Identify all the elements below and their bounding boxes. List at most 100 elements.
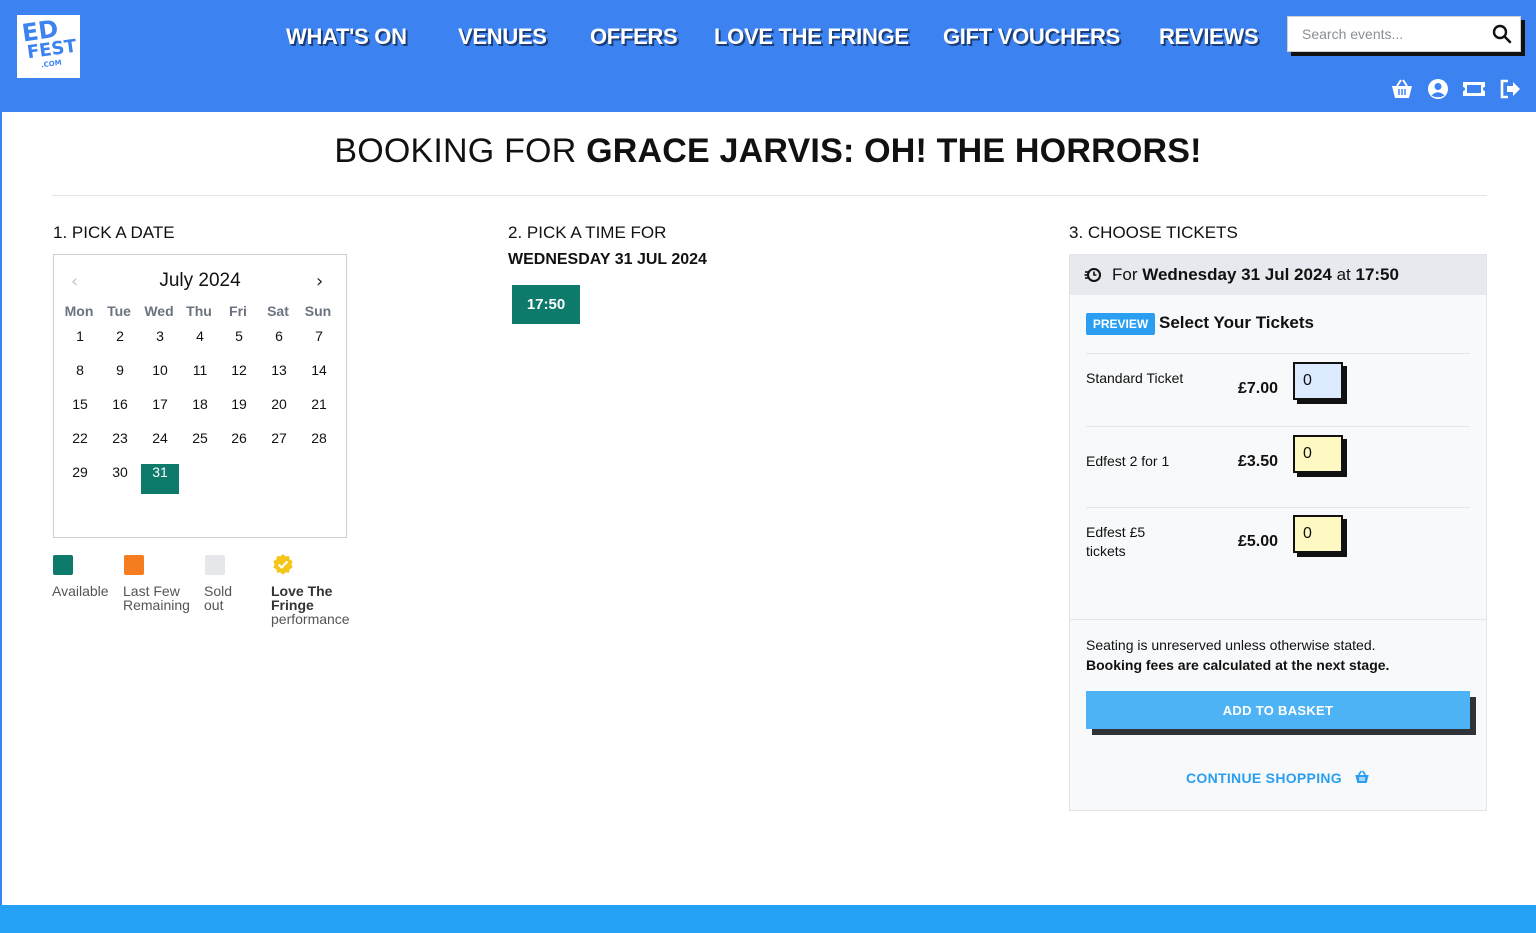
step-2-label: 2. PICK A TIME FOR bbox=[508, 223, 667, 242]
site-footer bbox=[0, 905, 1536, 933]
calendar-day[interactable]: 26 bbox=[220, 430, 258, 460]
performance-datetime: For Wednesday 31 Jul 2024 at 17:50 bbox=[1112, 265, 1399, 285]
weekday-label: Tue bbox=[107, 303, 131, 319]
calendar-day[interactable]: 22 bbox=[61, 430, 99, 460]
calendar-day[interactable]: 30 bbox=[101, 464, 139, 494]
calendar-day[interactable]: 6 bbox=[260, 328, 298, 358]
nav-offers[interactable]: OFFERS bbox=[590, 24, 678, 50]
calendar-day[interactable]: 5 bbox=[220, 328, 258, 358]
ticket-divider bbox=[1086, 507, 1470, 508]
calendar-day[interactable]: 19 bbox=[220, 396, 258, 426]
basket-icon[interactable] bbox=[1390, 77, 1414, 101]
calendar-day[interactable]: 25 bbox=[181, 430, 219, 460]
ticket-qty-2-for-1[interactable] bbox=[1293, 435, 1343, 473]
site-header: ED FEST .COM WHAT'S ON VENUES OFFERS LOV… bbox=[0, 0, 1536, 112]
legend-label-bold: Love The Fringe bbox=[271, 583, 333, 613]
legend-label: Last Few Remaining bbox=[123, 583, 190, 613]
ticket-divider bbox=[1086, 426, 1470, 427]
logout-icon[interactable] bbox=[1498, 77, 1522, 101]
user-icon[interactable] bbox=[1426, 77, 1450, 101]
weekday-label: Thu bbox=[186, 303, 212, 319]
ticket-price: £7.00 bbox=[1237, 380, 1278, 397]
calendar-month: July 2024 bbox=[159, 270, 241, 291]
calendar-day[interactable]: 15 bbox=[61, 396, 99, 426]
love-the-fringe-icon bbox=[272, 554, 293, 575]
panel-footer-divider bbox=[1070, 619, 1486, 620]
legend-swatch bbox=[205, 555, 225, 575]
nav-love-the-fringe[interactable]: LOVE THE FRINGE bbox=[714, 24, 909, 50]
ticket-name: Edfest 2 for 1 bbox=[1086, 453, 1170, 469]
for-date: Wednesday 31 Jul 2024 bbox=[1142, 265, 1332, 284]
calendar-day[interactable]: 31 bbox=[141, 464, 179, 494]
weekday-label: Fri bbox=[229, 303, 247, 319]
logo-line-3: .COM bbox=[40, 58, 63, 70]
calendar: ‹ July 2024 › Mon Tue Wed Thu Fri Sat Sun 1 2 3 4 5… bbox=[53, 254, 347, 538]
nav-whats-on[interactable]: WHAT'S ON bbox=[286, 24, 407, 50]
ticket-qty-5-pound[interactable] bbox=[1293, 515, 1343, 553]
nav-reviews[interactable]: REVIEWS bbox=[1159, 24, 1259, 50]
weekday-label: Sat bbox=[267, 303, 289, 319]
search-icon[interactable] bbox=[1492, 24, 1512, 44]
legend-label: Available bbox=[52, 583, 109, 599]
nav-venues[interactable]: VENUES bbox=[458, 24, 547, 50]
calendar-day[interactable]: 21 bbox=[300, 396, 338, 426]
weekday-label: Wed bbox=[144, 303, 174, 319]
edfest-logo[interactable]: ED FEST .COM bbox=[17, 15, 80, 78]
calendar-day[interactable]: 1 bbox=[61, 328, 99, 358]
weekday-label: Mon bbox=[64, 303, 94, 319]
ticket-name: Edfest £5 tickets bbox=[1086, 524, 1146, 559]
left-edge bbox=[0, 112, 2, 905]
calendar-day[interactable]: 9 bbox=[101, 362, 139, 392]
calendar-day[interactable]: 2 bbox=[101, 328, 139, 358]
ticket-qty-standard[interactable] bbox=[1293, 362, 1343, 400]
weekday-label: Sun bbox=[304, 303, 332, 319]
continue-shopping-link[interactable]: CONTINUE SHOPPING bbox=[1070, 769, 1486, 786]
calendar-day[interactable]: 13 bbox=[260, 362, 298, 392]
calendar-day[interactable]: 20 bbox=[260, 396, 298, 426]
legend-swatch bbox=[53, 555, 73, 575]
page-title: BOOKING FOR GRACE JARVIS: OH! THE HORROR… bbox=[0, 132, 1536, 171]
continue-shopping-label: CONTINUE SHOPPING bbox=[1185, 770, 1342, 786]
calendar-day[interactable]: 27 bbox=[260, 430, 298, 460]
calendar-day[interactable]: 23 bbox=[101, 430, 139, 460]
logo-line-2: FEST bbox=[25, 35, 78, 64]
calendar-day[interactable]: 10 bbox=[141, 362, 179, 392]
booking-fee-note: Booking fees are calculated at the next … bbox=[1086, 657, 1390, 673]
basket-icon bbox=[1354, 769, 1370, 785]
calendar-day[interactable]: 7 bbox=[300, 328, 338, 358]
legend-label: Love The Fringe performance bbox=[271, 584, 351, 626]
add-to-basket-button[interactable]: ADD TO BASKET bbox=[1086, 691, 1470, 729]
calendar-day[interactable]: 8 bbox=[61, 362, 99, 392]
ticket-price: £3.50 bbox=[1237, 453, 1278, 470]
calendar-day[interactable]: 17 bbox=[141, 396, 179, 426]
calendar-day[interactable]: 4 bbox=[181, 328, 219, 358]
time-slot-button[interactable]: 17:50 bbox=[512, 285, 580, 324]
nav-gift-vouchers[interactable]: GIFT VOUCHERS bbox=[943, 24, 1120, 50]
calendar-day[interactable]: 3 bbox=[141, 328, 179, 358]
seating-note: Seating is unreserved unless otherwise s… bbox=[1086, 637, 1376, 653]
next-month-icon[interactable]: › bbox=[316, 271, 323, 292]
preview-badge: PREVIEW bbox=[1086, 313, 1155, 335]
ticket-divider bbox=[1086, 353, 1470, 354]
search-box bbox=[1287, 16, 1521, 52]
legend-label-text: performance bbox=[271, 611, 350, 627]
ticket-icon[interactable] bbox=[1462, 77, 1486, 101]
calendar-day[interactable]: 12 bbox=[220, 362, 258, 392]
title-prefix: BOOKING FOR bbox=[334, 132, 587, 170]
calendar-day[interactable]: 11 bbox=[181, 362, 219, 392]
legend-label: Sold out bbox=[204, 583, 233, 613]
calendar-day[interactable]: 24 bbox=[141, 430, 179, 460]
selected-date: WEDNESDAY 31 JUL 2024 bbox=[508, 251, 707, 268]
show-title: GRACE JARVIS: OH! THE HORRORS! bbox=[586, 132, 1202, 170]
calendar-day[interactable]: 16 bbox=[101, 396, 139, 426]
calendar-day[interactable]: 29 bbox=[61, 464, 99, 494]
select-tickets-title: Select Your Tickets bbox=[1159, 313, 1314, 332]
calendar-day[interactable]: 18 bbox=[181, 396, 219, 426]
ticket-name: Standard Ticket bbox=[1086, 370, 1184, 386]
step-3-label: 3. CHOOSE TICKETS bbox=[1069, 223, 1238, 242]
search-input[interactable] bbox=[1288, 17, 1488, 51]
step-1-label: 1. PICK A DATE bbox=[53, 223, 175, 242]
calendar-day[interactable]: 28 bbox=[300, 430, 338, 460]
ticket-price: £5.00 bbox=[1237, 533, 1278, 550]
calendar-day[interactable]: 14 bbox=[300, 362, 338, 392]
